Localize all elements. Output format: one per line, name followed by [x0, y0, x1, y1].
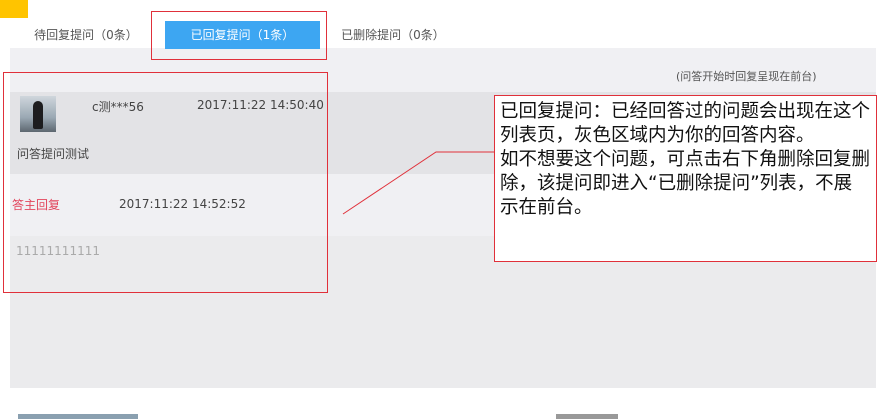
tab-pending-questions[interactable]: 待回复提问（0条） [22, 21, 150, 49]
callout-text-1: 已回复提问：已经回答过的问题会出现在这个列表页，灰色区域内为你的回答内容。 [500, 101, 871, 146]
front-display-hint: (问答开始时回复呈现在前台) [676, 70, 817, 83]
callout-text-2: 如不想要这个问题，可点击右下角删除回复删除，该提问即进入“已删除提问”列表，不展… [500, 149, 871, 218]
annotation-highlight-tab [151, 11, 327, 60]
next-item-image-edge [556, 414, 618, 419]
next-item-avatar-edge [18, 414, 138, 419]
annotation-callout: 已回复提问：已经回答过的问题会出现在这个列表页，灰色区域内为你的回答内容。 如不… [494, 95, 877, 262]
annotation-highlight-item [3, 72, 328, 293]
tab-deleted-questions[interactable]: 已删除提问（0条） [328, 21, 458, 49]
corner-marker [0, 0, 28, 18]
